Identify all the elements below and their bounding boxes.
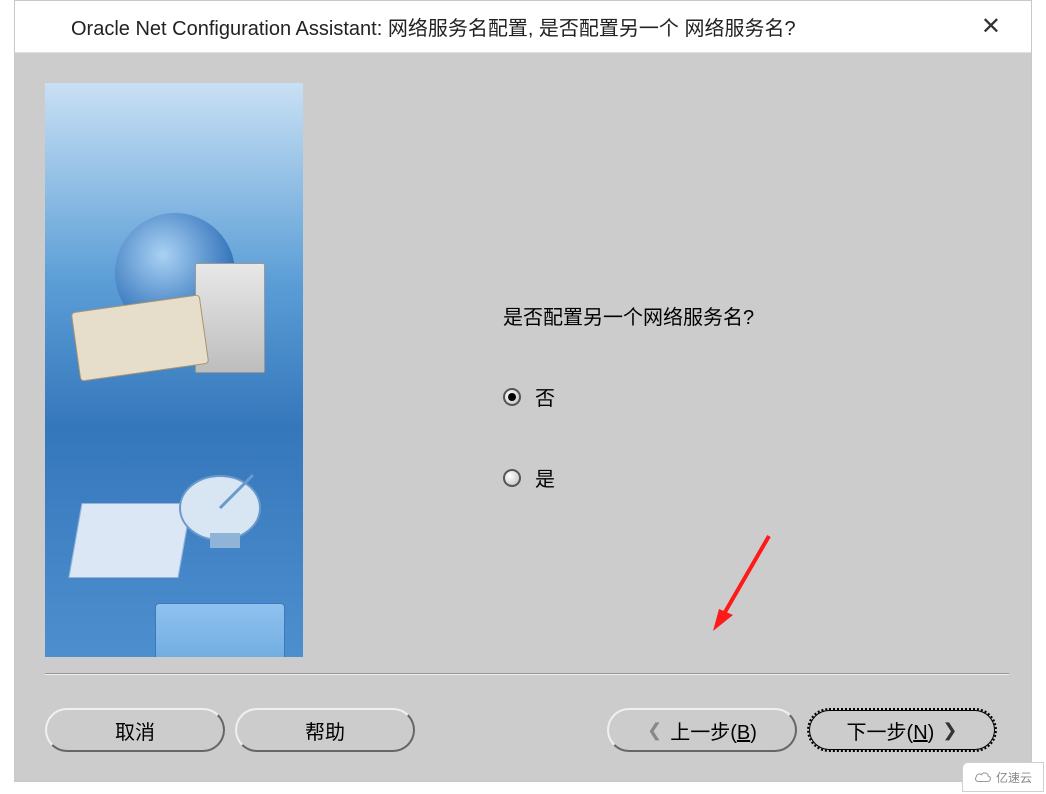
close-icon[interactable]: ✕ — [971, 8, 1011, 45]
divider — [45, 673, 1009, 675]
back-label: 上一步(B) — [670, 716, 757, 745]
chevron-right-icon: ❯ — [942, 720, 957, 741]
next-button[interactable]: 下一步(N) ❯ — [807, 708, 997, 752]
document-icon — [68, 503, 191, 578]
radio-label-no: 否 — [535, 382, 555, 411]
folder-icon — [155, 603, 285, 657]
satellite-dish-icon — [175, 463, 275, 553]
cloud-icon — [974, 770, 992, 784]
radio-icon — [503, 388, 521, 406]
main-panel: 是否配置另一个网络服务名? 否 是 — [303, 83, 1009, 669]
window-title: Oracle Net Configuration Assistant: 网络服务… — [35, 12, 796, 41]
wizard-sidebar-image — [45, 83, 303, 657]
watermark: 亿速云 — [962, 762, 1044, 792]
cancel-label: 取消 — [115, 716, 155, 745]
radio-icon — [503, 469, 521, 487]
radio-label-yes: 是 — [535, 463, 555, 492]
prompt-text: 是否配置另一个网络服务名? — [503, 301, 1009, 330]
button-bar: 取消 帮助 ❮ 上一步(B) 下一步(N) ❯ — [15, 679, 1031, 781]
tag-icon — [71, 294, 209, 381]
back-button[interactable]: ❮ 上一步(B) — [607, 708, 797, 752]
next-label: 下一步(N) — [847, 716, 935, 745]
cancel-button[interactable]: 取消 — [45, 708, 225, 752]
radio-option-no[interactable]: 否 — [503, 382, 1009, 411]
content-area: 是否配置另一个网络服务名? 否 是 — [15, 53, 1031, 679]
radio-option-yes[interactable]: 是 — [503, 463, 1009, 492]
titlebar: Oracle Net Configuration Assistant: 网络服务… — [15, 1, 1031, 53]
help-label: 帮助 — [305, 716, 345, 745]
watermark-text: 亿速云 — [996, 769, 1032, 786]
chevron-left-icon: ❮ — [647, 720, 662, 741]
help-button[interactable]: 帮助 — [235, 708, 415, 752]
dialog-window: Oracle Net Configuration Assistant: 网络服务… — [14, 0, 1032, 782]
